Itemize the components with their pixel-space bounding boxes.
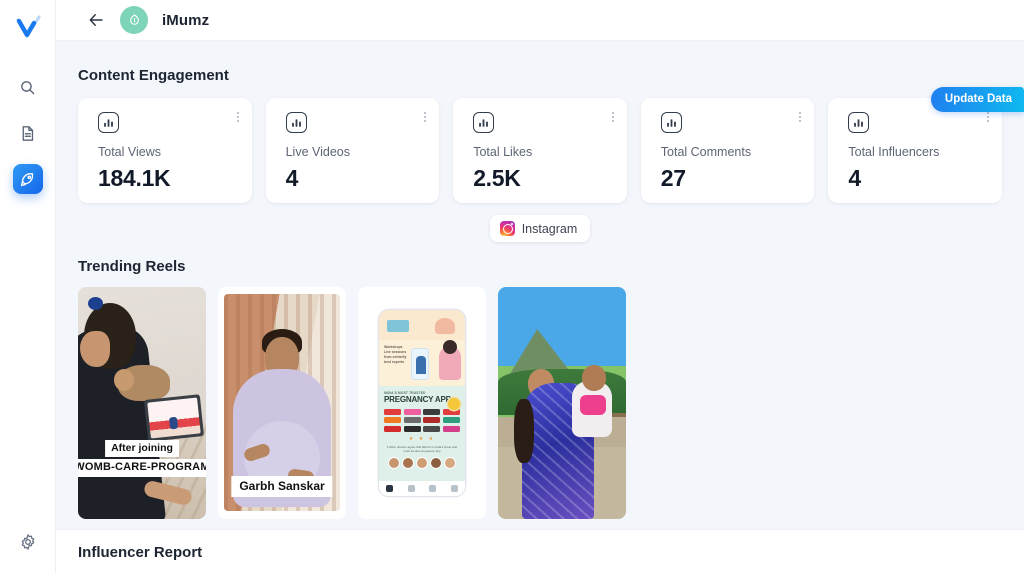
avatar bbox=[120, 6, 148, 34]
platform-filter-label: Instagram bbox=[521, 221, 578, 236]
reel-phone-note: 1,000+ doctors agree that iMumz is India… bbox=[386, 444, 458, 454]
trending-reels-list: After joining WOMB-CARE-PROGRAM Garbh Sa… bbox=[56, 275, 1024, 519]
reel-art bbox=[582, 365, 606, 391]
back-button[interactable] bbox=[86, 10, 106, 30]
stat-label: Total Comments bbox=[660, 145, 752, 159]
reel-art bbox=[114, 365, 170, 401]
bar-chart-icon bbox=[98, 112, 119, 133]
stat-value: 4 bbox=[848, 165, 861, 191]
stat-card-live-videos[interactable]: Live Videos 4 bbox=[265, 98, 440, 203]
reel-caption: WOMB-CARE-PROGRAM bbox=[78, 459, 206, 477]
reel-art: Garbh Sanskar bbox=[224, 294, 340, 511]
reel-card[interactable]: Garbh Sanskar bbox=[218, 287, 346, 519]
section-title-content-engagement: Content Engagement bbox=[78, 67, 229, 84]
topbar: iMumz bbox=[56, 0, 1024, 41]
reel-art bbox=[80, 331, 110, 367]
card-menu-button[interactable] bbox=[611, 112, 614, 122]
stat-value: 4 bbox=[285, 165, 299, 191]
platform-filter-instagram[interactable]: Instagram bbox=[489, 215, 591, 242]
reel-art bbox=[514, 399, 534, 463]
stat-label: Total Likes bbox=[473, 145, 533, 159]
reel-art bbox=[143, 394, 205, 442]
bar-chart-icon bbox=[660, 112, 682, 133]
page-title: iMumz bbox=[162, 11, 210, 29]
sidebar bbox=[0, 0, 56, 573]
stat-value: 2.5K bbox=[473, 165, 521, 191]
reel-card[interactable]: Workshops Live sessions from celebrity best… bbox=[358, 287, 486, 519]
stat-value: 27 bbox=[660, 165, 686, 191]
stat-label: Live Videos bbox=[285, 145, 350, 159]
update-data-button[interactable]: Update Data bbox=[930, 87, 1024, 112]
stat-value: 184.1K bbox=[98, 165, 171, 191]
sidebar-item-documents[interactable] bbox=[13, 118, 43, 148]
platform-filter-row: Instagram bbox=[56, 215, 1024, 242]
card-menu-button[interactable] bbox=[424, 112, 427, 122]
sidebar-item-campaigns[interactable] bbox=[12, 164, 43, 194]
reel-caption: After joining bbox=[105, 439, 179, 457]
card-menu-button[interactable] bbox=[986, 112, 989, 122]
stat-card-list: Total Views 184.1K Live Videos 4 Total L… bbox=[56, 84, 1024, 203]
stat-card-total-likes[interactable]: Total Likes 2.5K bbox=[453, 98, 627, 203]
stat-card-total-influencers[interactable]: Total Influencers 4 bbox=[828, 98, 1002, 203]
content-area: Update Data Content Engagement Total Vie… bbox=[56, 41, 1024, 573]
stat-label: Total Influencers bbox=[848, 145, 940, 159]
section-title-influencer-report: Influencer Report bbox=[78, 544, 203, 561]
card-menu-button[interactable] bbox=[799, 112, 802, 122]
reel-card[interactable]: After joining WOMB-CARE-PROGRAM bbox=[78, 287, 206, 519]
stat-label: Total Views bbox=[98, 145, 161, 159]
sidebar-item-settings[interactable] bbox=[13, 527, 43, 557]
reel-art bbox=[580, 395, 606, 415]
stat-card-total-views[interactable]: Total Views 184.1K bbox=[78, 98, 252, 203]
instagram-icon bbox=[499, 221, 515, 236]
reel-art: Workshops Live sessions from celebrity best… bbox=[379, 310, 465, 496]
reel-art bbox=[88, 297, 103, 310]
app-root: iMumz Update Data Content Engagement Tot… bbox=[0, 0, 1024, 573]
app-logo[interactable] bbox=[10, 10, 46, 46]
main-pane: iMumz Update Data Content Engagement Tot… bbox=[56, 0, 1024, 573]
sidebar-item-search[interactable] bbox=[13, 72, 43, 102]
bar-chart-icon bbox=[848, 112, 870, 133]
bar-chart-icon bbox=[285, 112, 307, 133]
influencer-report-section: Influencer Report bbox=[56, 529, 1024, 573]
reel-card[interactable] bbox=[498, 287, 626, 519]
bar-chart-icon bbox=[473, 112, 495, 133]
section-title-trending-reels: Trending Reels bbox=[78, 258, 186, 275]
stat-card-total-comments[interactable]: Total Comments 27 bbox=[640, 98, 815, 203]
card-menu-button[interactable] bbox=[236, 112, 239, 122]
sidebar-nav bbox=[0, 72, 55, 194]
reel-caption: Garbh Sanskar bbox=[231, 476, 333, 497]
